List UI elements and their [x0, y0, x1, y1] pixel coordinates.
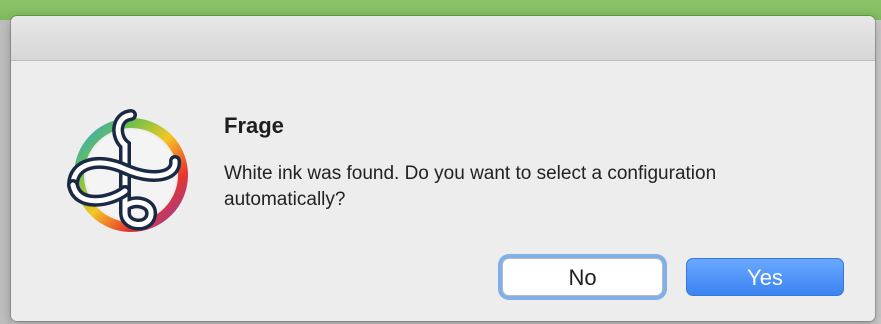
no-button[interactable]: No — [502, 258, 663, 296]
alert-dialog: Frage White ink was found. Do you want t… — [11, 16, 875, 321]
dialog-body: Frage White ink was found. Do you want t… — [11, 61, 875, 321]
app-logo-icon — [67, 109, 188, 232]
dialog-title: Frage — [224, 113, 284, 138]
dialog-message: White ink was found. Do you want to sele… — [224, 163, 717, 210]
yes-button[interactable]: Yes — [686, 258, 844, 296]
dialog-titlebar — [11, 16, 875, 61]
